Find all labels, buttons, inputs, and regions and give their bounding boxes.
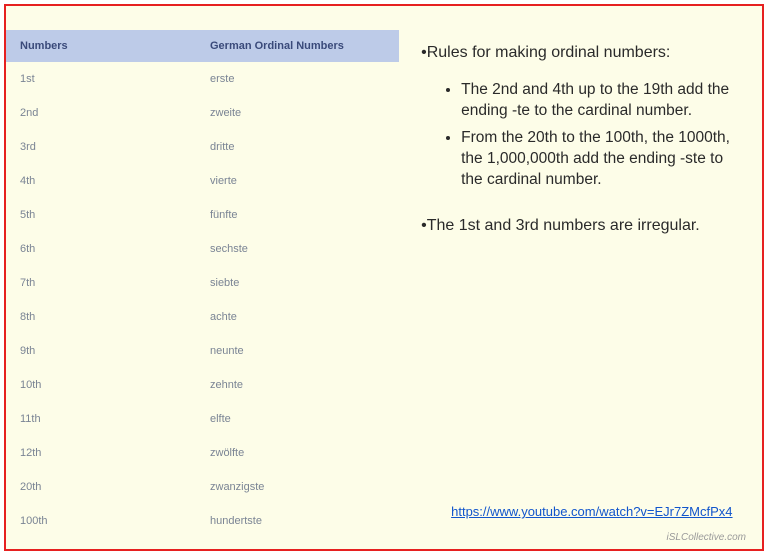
table-row: 100thhundertste xyxy=(6,504,399,538)
cell-number: 7th xyxy=(6,277,206,289)
header-german: German Ordinal Numbers xyxy=(206,40,399,52)
table-row: 6thsechste xyxy=(6,232,399,266)
rules-heading: •Rules for making ordinal numbers: xyxy=(421,44,740,62)
cell-german: zwanzigste xyxy=(206,481,399,493)
cell-number: 10th xyxy=(6,379,206,391)
cell-number: 2nd xyxy=(6,107,206,119)
table-row: 3rddritte xyxy=(6,130,399,164)
table-row: 7thsiebte xyxy=(6,266,399,300)
cell-number: 11th xyxy=(6,413,206,425)
cell-german: vierte xyxy=(206,175,399,187)
table-row: 20thzwanzigste xyxy=(6,470,399,504)
youtube-link[interactable]: https://www.youtube.com/watch?v=EJr7ZMcf… xyxy=(451,504,732,519)
table-row: 12thzwölfte xyxy=(6,436,399,470)
cell-number: 12th xyxy=(6,447,206,459)
cell-german: zweite xyxy=(206,107,399,119)
cell-number: 3rd xyxy=(6,141,206,153)
cell-number: 20th xyxy=(6,481,206,493)
rule-item: The 2nd and 4th up to the 19th add the e… xyxy=(461,80,740,122)
irregular-note: •The 1st and 3rd numbers are irregular. xyxy=(421,217,740,235)
watermark: iSLCollective.com xyxy=(667,532,746,543)
table-row: 10thzehnte xyxy=(6,368,399,402)
cell-number: 100th xyxy=(6,515,206,527)
cell-number: 8th xyxy=(6,311,206,323)
table-body: 1sterste2ndzweite3rddritte4thvierte5thfü… xyxy=(6,62,399,538)
table-row: 8thachte xyxy=(6,300,399,334)
rules-list: The 2nd and 4th up to the 19th add the e… xyxy=(421,80,740,191)
cell-number: 6th xyxy=(6,243,206,255)
cell-german: fünfte xyxy=(206,209,399,221)
ordinals-table: Numbers German Ordinal Numbers 1sterste2… xyxy=(6,30,399,538)
cell-german: zehnte xyxy=(206,379,399,391)
cell-number: 4th xyxy=(6,175,206,187)
document-frame: Numbers German Ordinal Numbers 1sterste2… xyxy=(4,4,764,551)
cell-number: 1st xyxy=(6,73,206,85)
cell-german: erste xyxy=(206,73,399,85)
table-row: 4thvierte xyxy=(6,164,399,198)
link-block: https://www.youtube.com/watch?v=EJr7ZMcf… xyxy=(451,503,732,521)
cell-german: siebte xyxy=(206,277,399,289)
table-row: 2ndzweite xyxy=(6,96,399,130)
cell-german: zwölfte xyxy=(206,447,399,459)
table-row: 5thfünfte xyxy=(6,198,399,232)
table-row: 1sterste xyxy=(6,62,399,96)
table-row: 11thelfte xyxy=(6,402,399,436)
rule-item: From the 20th to the 100th, the 1000th, … xyxy=(461,128,740,191)
left-panel: Numbers German Ordinal Numbers 1sterste2… xyxy=(6,6,399,549)
header-numbers: Numbers xyxy=(6,40,206,52)
right-panel: •Rules for making ordinal numbers: The 2… xyxy=(399,6,762,549)
cell-german: elfte xyxy=(206,413,399,425)
cell-german: achte xyxy=(206,311,399,323)
cell-german: neunte xyxy=(206,345,399,357)
table-header-row: Numbers German Ordinal Numbers xyxy=(6,30,399,62)
cell-german: sechste xyxy=(206,243,399,255)
table-row: 9thneunte xyxy=(6,334,399,368)
cell-number: 9th xyxy=(6,345,206,357)
cell-german: dritte xyxy=(206,141,399,153)
cell-german: hundertste xyxy=(206,515,399,527)
cell-number: 5th xyxy=(6,209,206,221)
